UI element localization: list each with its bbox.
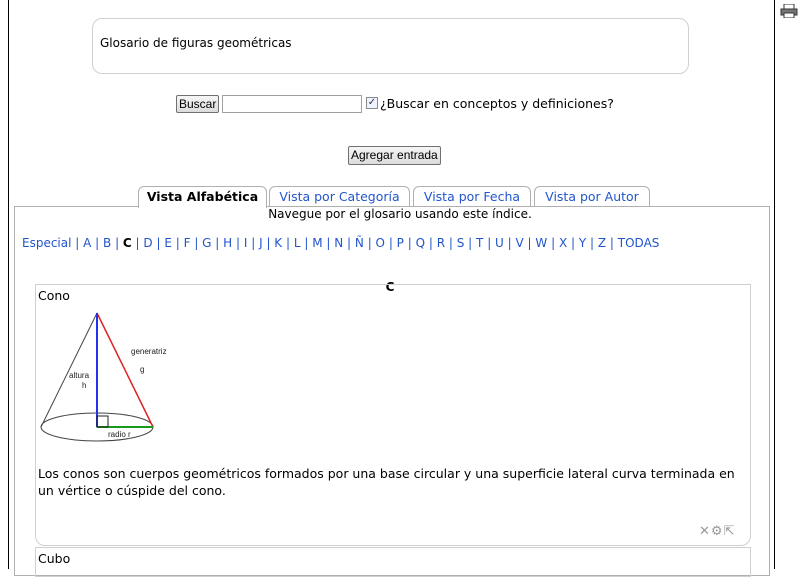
alphabet-separator: | — [503, 236, 516, 250]
alphabet-link-r[interactable]: R — [437, 236, 445, 250]
alphabet-separator: | — [300, 236, 313, 250]
alphabet-separator: | — [547, 236, 559, 250]
alphabet-index: Especial | A | B | C | D | E | F | G | H… — [22, 236, 659, 250]
alphabet-link-c: C — [122, 236, 132, 250]
alphabet-link-e[interactable]: E — [164, 236, 172, 250]
tab-by-date[interactable]: Vista por Fecha — [413, 186, 531, 207]
index-hint: Navegue por el glosario usando este índi… — [268, 207, 532, 221]
alphabet-separator: | — [403, 236, 416, 250]
alphabet-link-z[interactable]: Z — [598, 236, 606, 250]
alphabet-separator: | — [262, 236, 275, 250]
alphabet-separator: | — [190, 236, 203, 250]
alphabet-link-n[interactable]: N — [334, 236, 343, 250]
g-label: g — [140, 365, 144, 374]
alphabet-separator: | — [247, 236, 260, 250]
alphabet-link-ñ[interactable]: Ñ — [355, 236, 364, 250]
alphabet-link-h[interactable]: H — [223, 236, 232, 250]
alphabet-separator: | — [385, 236, 397, 250]
alphabet-separator: | — [523, 236, 536, 250]
alphabet-separator: | — [464, 236, 477, 250]
alphabet-separator: | — [483, 236, 496, 250]
alphabet-link-b[interactable]: B — [103, 236, 111, 250]
entry-title: Cubo — [38, 551, 71, 566]
edit-icon[interactable]: ⚙ — [711, 524, 724, 539]
alphabet-separator: | — [425, 236, 437, 250]
print-icon[interactable] — [780, 4, 798, 18]
tab-by-author[interactable]: Vista por Autor — [534, 186, 650, 207]
entry-definition: Los conos son cuerpos geométricos formad… — [38, 466, 735, 498]
tab-by-category[interactable]: Vista por Categoría — [269, 186, 410, 207]
cone-diagram: generatriz g altura h radio r — [40, 312, 167, 442]
radio-label: radio r — [108, 430, 131, 439]
glossary-intro: Glosario de figuras geométricas — [100, 36, 292, 50]
alphabet-link-o[interactable]: O — [376, 236, 385, 250]
alphabet-separator: | — [567, 236, 579, 250]
search-definitions-checkbox[interactable]: ✓ — [366, 97, 378, 109]
alphabet-link-q[interactable]: Q — [416, 236, 425, 250]
alphabet-link-p[interactable]: P — [397, 236, 404, 250]
search-definitions-label: ¿Buscar en conceptos y definiciones? — [380, 96, 614, 111]
entry-title: Cono — [38, 288, 70, 303]
alphabet-link-todas[interactable]: TODAS — [618, 236, 660, 250]
alphabet-link-f[interactable]: F — [184, 236, 191, 250]
alphabet-link-w[interactable]: W — [535, 236, 547, 250]
add-entry-button[interactable]: Agregar entrada — [348, 146, 441, 165]
alphabet-link-l[interactable]: L — [294, 236, 301, 250]
alphabet-separator: | — [343, 236, 355, 250]
alphabet-separator: | — [171, 236, 184, 250]
alphabet-link-d[interactable]: D — [143, 236, 152, 250]
alphabet-link-v[interactable]: V — [516, 236, 524, 250]
alphabet-separator: | — [131, 236, 144, 250]
alphabet-separator: | — [71, 236, 84, 250]
alphabet-separator: | — [322, 236, 335, 250]
alphabet-separator: | — [282, 236, 294, 250]
tab-alphabetical[interactable]: Vista Alfabética — [138, 186, 267, 208]
alphabet-link-m[interactable]: M — [312, 236, 322, 250]
alphabet-separator: | — [363, 236, 376, 250]
search-input[interactable] — [222, 95, 362, 113]
alphabet-separator: | — [232, 236, 244, 250]
generatriz-label: generatriz — [131, 347, 167, 356]
entry-actions: ✕⚙⇱ — [699, 524, 735, 539]
alphabet-separator: | — [211, 236, 224, 250]
alphabet-separator: | — [586, 236, 598, 250]
altura-label: altura — [69, 371, 90, 380]
alphabet-separator: | — [91, 236, 104, 250]
alphabet-separator: | — [111, 236, 123, 250]
export-icon[interactable]: ⇱ — [724, 524, 736, 539]
alphabet-separator: | — [606, 236, 618, 250]
alphabet-link-especial[interactable]: Especial — [22, 236, 71, 250]
alphabet-separator: | — [152, 236, 165, 250]
search-button[interactable]: Buscar — [176, 95, 220, 113]
alphabet-link-u[interactable]: U — [495, 236, 504, 250]
alphabet-separator: | — [445, 236, 457, 250]
alphabet-link-k[interactable]: K — [274, 236, 282, 250]
h-label: h — [82, 381, 86, 390]
entry-card-cubo — [35, 547, 751, 577]
alphabet-link-x[interactable]: X — [559, 236, 567, 250]
delete-icon[interactable]: ✕ — [699, 524, 711, 539]
